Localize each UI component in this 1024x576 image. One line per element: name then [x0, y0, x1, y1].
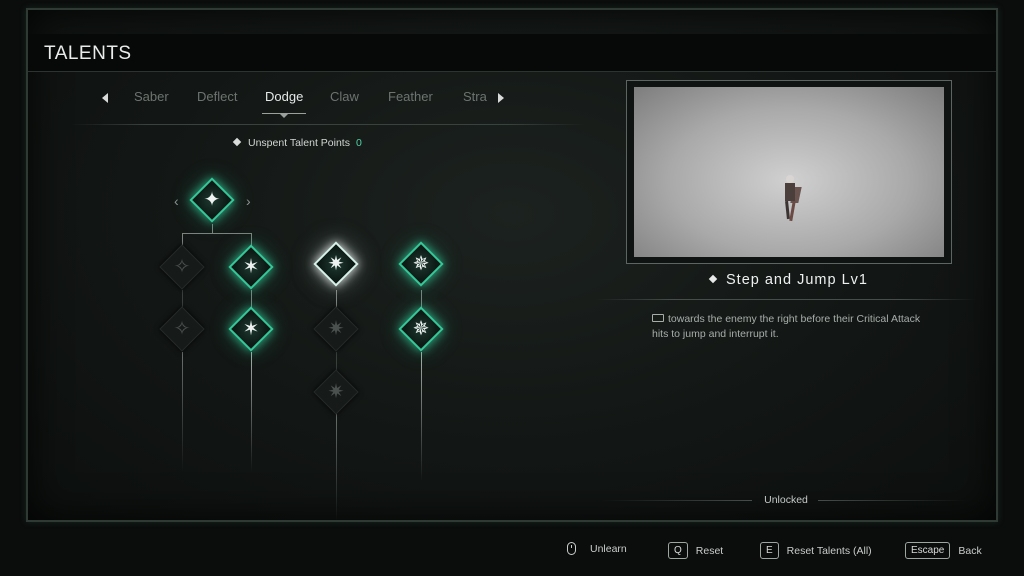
unlearn-hint[interactable]: Unlearn [567, 542, 627, 555]
header-bar: TALENTS [28, 34, 996, 72]
tab-dodge[interactable]: Dodge [265, 89, 303, 104]
unspent-points-label: Unspent Talent Points [248, 137, 350, 149]
tree-connector [251, 352, 252, 472]
tab-stra[interactable]: Stra [463, 89, 487, 104]
leap-icon: ✶ [242, 318, 260, 340]
tab-prev-arrow-icon[interactable] [102, 93, 108, 103]
skill-status-text: Unlocked [764, 494, 808, 506]
skill-title: Step and Jump Lv1 [626, 272, 952, 288]
dodge-beast-icon: ✦ [203, 189, 221, 211]
tab-next-arrow-icon[interactable] [498, 93, 504, 103]
reset-all-keycap: E [760, 542, 779, 559]
tree-connector [182, 352, 183, 472]
step-jump-icon: ✷ [327, 381, 345, 403]
reset-all-hint[interactable]: E Reset Talents (All) [760, 542, 872, 559]
diamond-bullet-icon [232, 137, 242, 147]
talent-node-c3r2[interactable]: ✷ [312, 305, 360, 353]
beast-claw-icon: ✧ [173, 318, 191, 340]
talent-node-c4r2[interactable]: ✵ [397, 305, 445, 353]
reset-all-label: Reset Talents (All) [786, 544, 872, 557]
slash-dash-icon: ✵ [412, 318, 430, 340]
reset-hint[interactable]: Q Reset [668, 542, 723, 559]
talent-node-c2r1[interactable]: ✶ [227, 243, 275, 291]
reset-keycap: Q [668, 542, 688, 559]
tabs-divider [70, 124, 586, 125]
skill-preview-frame [626, 80, 952, 264]
talent-node-c4r1[interactable]: ✵ [397, 240, 445, 288]
talent-node-c1r2[interactable]: ✧ [158, 305, 206, 353]
unlearn-label: Unlearn [590, 542, 627, 555]
tab-feather[interactable]: Feather [388, 89, 433, 104]
talent-node-c1r1[interactable]: ✧ [158, 243, 206, 291]
talent-tabs: Saber Deflect Dodge Claw Feather Stra [96, 86, 516, 118]
talent-node-root[interactable]: ✦ [188, 176, 236, 224]
skill-description-text: towards the enemy the right before their… [652, 313, 921, 340]
skill-status: Unlocked [596, 494, 976, 508]
tab-claw[interactable]: Claw [330, 89, 359, 104]
title-divider [596, 299, 976, 300]
character-figure [782, 175, 802, 223]
unspent-points: Unspent Talent Points 0 [232, 137, 362, 149]
step-jump-icon: ✷ [327, 253, 345, 275]
skill-preview-video [634, 87, 944, 257]
step-jump-icon: ✷ [327, 318, 345, 340]
page-title: TALENTS [44, 43, 132, 64]
beast-claw-icon: ✧ [173, 256, 191, 278]
active-tab-caret-icon [280, 114, 288, 118]
talent-node-c2r2[interactable]: ✶ [227, 305, 275, 353]
tab-deflect[interactable]: Deflect [197, 89, 237, 104]
talent-node-c3r1[interactable]: ✷ [312, 240, 360, 288]
reset-label: Reset [695, 544, 724, 557]
talent-node-c3r3[interactable]: ✷ [312, 368, 360, 416]
mouse-icon [567, 542, 576, 555]
tree-connector [336, 412, 337, 522]
tree-connector [421, 352, 422, 482]
back-label: Back [958, 544, 982, 557]
unspent-points-value: 0 [355, 137, 362, 149]
slash-dash-icon: ✵ [412, 253, 430, 275]
diamond-bullet-icon [708, 274, 718, 284]
keyboard-icon [652, 314, 664, 322]
skill-description: towards the enemy the right before their… [652, 312, 932, 342]
back-keycap: Escape [905, 542, 951, 559]
back-hint[interactable]: Escape Back [905, 542, 982, 559]
footer-hints: Unlearn Q Reset E Reset Talents (All) Esca… [0, 536, 1024, 564]
tree-connector [182, 233, 252, 234]
chevron-right-icon[interactable]: › [246, 193, 251, 209]
chevron-left-icon[interactable]: ‹ [174, 193, 179, 209]
tab-saber[interactable]: Saber [134, 89, 169, 104]
skill-name: Step and Jump Lv1 [726, 272, 868, 288]
leap-icon: ✶ [242, 256, 260, 278]
